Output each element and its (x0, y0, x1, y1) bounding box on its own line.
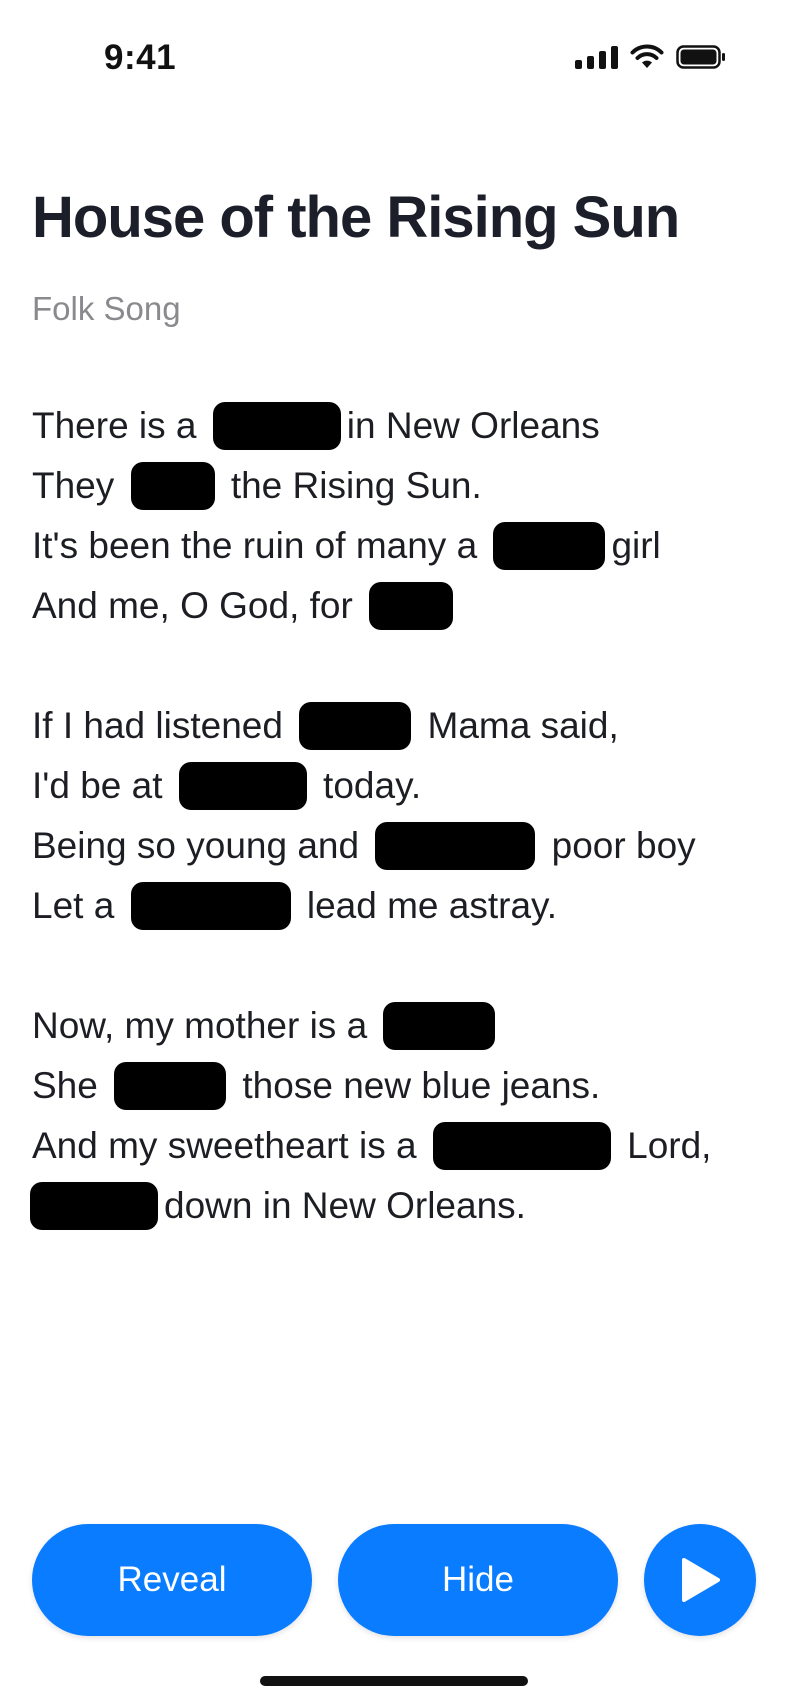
lyric-text: in New Orleans (346, 405, 600, 446)
lyric-text: Now, my mother is a (32, 1005, 378, 1046)
reveal-button[interactable]: Reveal (32, 1524, 312, 1636)
lyric-line: down in New Orleans. (30, 1176, 762, 1236)
lyric-text: girl (611, 525, 661, 566)
lyric-text: Being so young and (32, 825, 370, 866)
stanza: Now, my mother is a She those new blue j… (30, 996, 762, 1236)
hidden-word-blank[interactable] (383, 1002, 496, 1050)
hidden-word-blank[interactable] (212, 402, 341, 450)
lyric-text: Lord, (616, 1125, 712, 1166)
stanza: If I had listened Mama said, I'd be at t… (32, 696, 762, 936)
home-indicator (260, 1676, 528, 1686)
lyric-line: I'd be at today. (32, 756, 762, 816)
lyric-text: the Rising Sun. (220, 465, 482, 506)
hidden-word-blank[interactable] (299, 702, 412, 750)
lyric-line: Now, my mother is a (32, 996, 762, 1056)
hidden-word-blank[interactable] (493, 522, 606, 570)
lyric-text: There is a (32, 405, 207, 446)
stanza: There is a in New Orleans They the Risin… (32, 396, 762, 636)
lyric-text: It's been the ruin of many a (32, 525, 488, 566)
lyric-text: lead me astray. (296, 885, 558, 926)
play-button[interactable] (644, 1524, 756, 1636)
lyric-line: Let a lead me astray. (32, 876, 762, 936)
lyric-text: They (32, 465, 125, 506)
lyric-line: If I had listened Mama said, (32, 696, 762, 756)
lyric-text: those new blue jeans. (232, 1065, 601, 1106)
lyric-line: She those new blue jeans. (32, 1056, 762, 1116)
battery-icon (676, 45, 725, 69)
song-subtitle: Folk Song (32, 290, 181, 327)
status-icons (575, 44, 726, 70)
hidden-word-blank[interactable] (130, 882, 291, 930)
lyric-text: And my sweetheart is a (32, 1125, 427, 1166)
lyric-line: Being so young and poor boy (32, 816, 762, 876)
hidden-word-blank[interactable] (369, 582, 454, 630)
lyric-text: And me, O God, for (32, 585, 364, 626)
lyric-text: today. (312, 765, 422, 806)
hide-button[interactable]: Hide (338, 1524, 618, 1636)
lyrics: There is a in New Orleans They the Risin… (30, 396, 762, 1236)
lyric-line: They the Rising Sun. (32, 456, 762, 516)
hidden-word-blank[interactable] (178, 762, 307, 810)
lyric-line: And my sweetheart is a Lord, (32, 1116, 762, 1176)
lyric-text: poor boy (541, 825, 696, 866)
lyric-text: Mama said, (417, 705, 619, 746)
hidden-word-blank[interactable] (432, 1122, 611, 1170)
lyric-line: And me, O God, for (32, 576, 762, 636)
lyric-line: It's been the ruin of many a girl (32, 516, 762, 576)
hidden-word-blank[interactable] (375, 822, 536, 870)
lyric-text: down in New Orleans. (164, 1185, 526, 1226)
lyric-text: She (32, 1065, 109, 1106)
hidden-word-blank[interactable] (114, 1062, 227, 1110)
lyric-text: If I had listened (32, 705, 294, 746)
hidden-word-blank[interactable] (30, 1182, 158, 1230)
status-time: 9:41 (104, 38, 177, 77)
song-title: House of the Rising Sun (32, 185, 680, 250)
cellular-signal-icon (575, 45, 618, 69)
play-icon (682, 1558, 720, 1602)
lyric-text: I'd be at (32, 765, 173, 806)
lyric-text: Let a (32, 885, 125, 926)
lyric-line: There is a in New Orleans (32, 396, 762, 456)
wifi-icon (630, 44, 664, 68)
hidden-word-blank[interactable] (130, 462, 215, 510)
bottom-toolbar: Reveal Hide (0, 1524, 786, 1638)
status-bar: 9:41 (0, 0, 786, 120)
